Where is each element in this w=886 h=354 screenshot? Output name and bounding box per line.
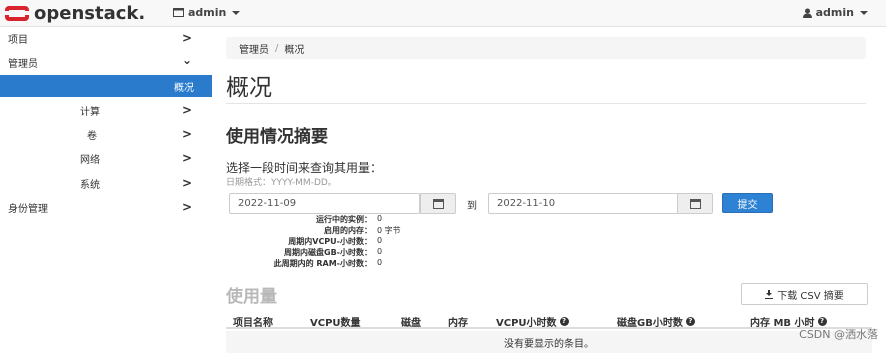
stat-value: 0 字节 [377, 226, 401, 235]
help-icon[interactable]: ? [817, 317, 827, 326]
sidebar-item-admin[interactable]: 管理员 ⌄ [0, 51, 212, 73]
divider [226, 103, 866, 104]
column-label: VCPU小时数 [496, 318, 557, 329]
usage-table-header: 项目名称 VCPU数量 磁盘 内存 VCPU小时数 ? 磁盘GB小时数 ? 内存… [226, 311, 872, 329]
stat-label: 周期内磁盘GB-小时数： [284, 248, 372, 257]
sidebar-item-network[interactable]: 网络 > [0, 147, 212, 169]
column-disk[interactable]: 磁盘 [401, 314, 421, 329]
sidebar-item-label: 管理员 [8, 58, 38, 70]
stat-value: 0 [377, 247, 383, 256]
sidebar-item-volumes[interactable]: 卷 > [0, 123, 212, 145]
stat-label: 启用的内存： [324, 226, 372, 235]
column-label: VCPU数量 [310, 318, 361, 329]
sidebar-item-label: 计算 [80, 106, 100, 118]
download-csv-button[interactable]: 下载 CSV 摘要 [741, 283, 868, 305]
openstack-logo[interactable]: openstack. [4, 3, 146, 24]
breadcrumb: 管理员 / 概况 [226, 37, 866, 59]
project-menu[interactable]: admin [173, 6, 241, 19]
chevron-down-icon: ⌄ [181, 53, 192, 67]
breadcrumb-current: 概况 [284, 44, 305, 56]
end-date-field[interactable]: 2022-11-10 [488, 193, 687, 214]
to-label: 到 [467, 201, 477, 212]
sidebar-item-project[interactable]: 项目 > [0, 27, 212, 49]
stat-value: 0 [377, 214, 383, 223]
project-menu-label: admin [188, 6, 227, 19]
sidebar-item-system[interactable]: 系统 > [0, 172, 212, 194]
column-label: 项目名称 [233, 318, 273, 329]
calendar-icon [689, 198, 701, 209]
chevron-right-icon: > [181, 31, 192, 45]
column-vcpu-hours[interactable]: VCPU小时数 ? [496, 314, 569, 329]
brand-name: openstack. [34, 3, 146, 24]
chevron-down-icon [860, 10, 868, 15]
usage-table-empty-row: 没有要显示的条目。 [226, 331, 872, 353]
start-date-field[interactable]: 2022-11-09 [229, 193, 420, 214]
chevron-right-icon: > [181, 103, 192, 117]
openstack-logo-icon [4, 5, 30, 22]
stat-active-ram: 启用的内存： 0 字节 [226, 225, 456, 236]
column-project-name[interactable]: 项目名称 [233, 314, 273, 329]
user-icon [802, 8, 812, 18]
sidebar-item-label: 概况 [174, 82, 194, 94]
download-csv-label: 下载 CSV 摘要 [777, 290, 844, 302]
date-range-label: 选择一段时间来查询其用量： [226, 161, 383, 175]
chevron-down-icon [232, 10, 241, 15]
project-icon [173, 8, 184, 17]
column-vcpus[interactable]: VCPU数量 [310, 314, 361, 329]
start-date-value: 2022-11-09 [238, 198, 297, 209]
chevron-right-icon: > [181, 200, 192, 214]
stat-ram-hours: 此周期内的 RAM-小时数： 0 [226, 258, 456, 269]
breadcrumb-admin-link[interactable]: 管理员 [239, 41, 269, 56]
chevron-right-icon: > [181, 176, 192, 190]
top-navbar: openstack. admin admin [0, 0, 886, 27]
usage-stats: 运行中的实例： 0 启用的内存： 0 字节 周期内VCPU-小时数： 0 周期内… [226, 214, 456, 269]
sidebar-item-label: 项目 [8, 34, 28, 46]
start-date-calendar-button[interactable] [420, 193, 456, 214]
stat-running-instances: 运行中的实例： 0 [226, 214, 456, 225]
sidebar: 项目 > 管理员 ⌄ 概况 计算 > 卷 > 网络 > 系统 > 身份管理 > [0, 27, 212, 354]
column-ram[interactable]: 内存 [448, 314, 468, 329]
sidebar-item-label: 身份管理 [8, 203, 48, 215]
breadcrumb-separator: / [275, 42, 279, 54]
sidebar-item-overview[interactable]: 概况 [0, 75, 212, 97]
column-disk-gb-hours[interactable]: 磁盘GB小时数 ? [617, 314, 695, 329]
submit-button[interactable]: 提交 [722, 193, 773, 213]
download-icon [765, 289, 774, 299]
watermark: CSDN @洒水落 [799, 328, 878, 341]
stat-value: 0 [377, 258, 383, 267]
stat-label: 周期内VCPU-小时数： [288, 237, 372, 246]
calendar-icon [432, 198, 444, 209]
sidebar-item-compute[interactable]: 计算 > [0, 99, 212, 121]
column-label: 磁盘GB小时数 [617, 318, 683, 329]
stat-value: 0 [377, 236, 383, 245]
sidebar-item-identity[interactable]: 身份管理 > [0, 196, 212, 218]
main-content: 管理员 / 概况 概况 使用情况摘要 选择一段时间来查询其用量： 日期格式：YY… [212, 27, 886, 354]
sidebar-item-label: 卷 [87, 130, 97, 142]
stat-vcpu-hours: 周期内VCPU-小时数： 0 [226, 236, 456, 247]
column-label: 内存 [448, 318, 468, 329]
user-menu[interactable]: admin [802, 6, 868, 19]
date-format-hint: 日期格式：YYYY-MM-DD。 [226, 178, 337, 188]
sidebar-item-label: 系统 [80, 179, 100, 191]
help-icon[interactable]: ? [559, 317, 569, 326]
usage-summary-title: 使用情况摘要 [226, 127, 328, 147]
user-menu-label: admin [815, 6, 854, 19]
stat-label: 运行中的实例： [316, 215, 372, 224]
usage-title: 使用量 [226, 287, 277, 307]
stat-label: 此周期内的 RAM-小时数： [273, 259, 372, 268]
stat-disk-gb-hours: 周期内磁盘GB-小时数： 0 [226, 247, 456, 258]
column-label: 磁盘 [401, 318, 421, 329]
help-icon[interactable]: ? [685, 317, 695, 326]
chevron-right-icon: > [181, 127, 192, 141]
chevron-right-icon: > [181, 151, 192, 165]
page-title: 概况 [226, 75, 272, 101]
sidebar-item-label: 网络 [80, 154, 100, 166]
end-date-value: 2022-11-10 [497, 198, 556, 209]
end-date-calendar-button[interactable] [677, 193, 713, 214]
